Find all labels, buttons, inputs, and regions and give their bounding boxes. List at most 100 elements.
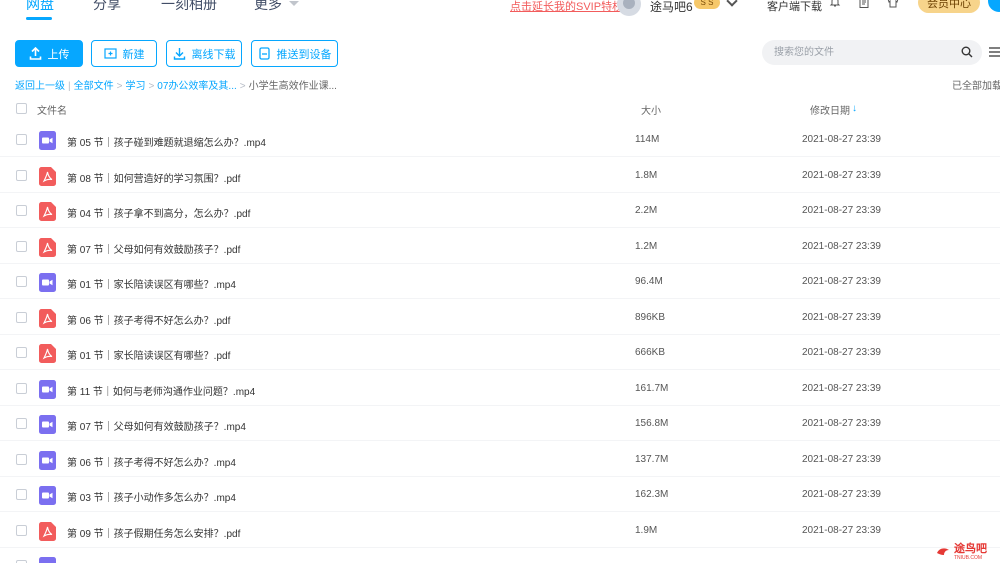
file-date: 2021-08-27 23:39 bbox=[802, 240, 881, 252]
sort-descending-icon[interactable]: ↓ bbox=[852, 103, 857, 114]
table-row[interactable]: 第 04 节｜孩子拿不到高分，怎么办？.pdf 2.2M 2021-08-27 23… bbox=[0, 193, 1000, 228]
pdf-file-icon bbox=[39, 202, 56, 221]
tab-netdisk[interactable]: 网盘 bbox=[26, 0, 54, 14]
download-icon bbox=[173, 48, 185, 60]
file-date: 2021-08-27 23:39 bbox=[802, 311, 881, 323]
video-file-icon bbox=[39, 450, 56, 470]
top-navigation: 网盘 分享 一刻相册 更多 点击延长我的SVIP特权 途马吧6 S S 客户端下… bbox=[0, 0, 1000, 24]
row-checkbox[interactable] bbox=[16, 276, 27, 287]
username[interactable]: 途马吧6 bbox=[650, 0, 693, 15]
row-checkbox[interactable] bbox=[16, 205, 27, 216]
file-size: 2.2M bbox=[635, 205, 658, 216]
table-row[interactable]: 第 05 节｜孩子碰到难题就退缩怎么办？.mp4 114M 2021-08-27 2… bbox=[0, 122, 1000, 157]
new-folder-button[interactable]: 新建 bbox=[91, 40, 157, 67]
file-size: 137.7M bbox=[635, 453, 669, 465]
row-checkbox[interactable] bbox=[16, 489, 27, 500]
file-date: 2021-08-27 23:39 bbox=[802, 276, 881, 287]
file-name[interactable]: 第 01 节｜家长陪读误区有哪些？.pdf bbox=[67, 347, 230, 362]
client-download-link[interactable]: 客户端下载 bbox=[767, 0, 822, 14]
file-size: 114M bbox=[635, 134, 660, 145]
table-row[interactable]: 第 09 节｜孩子假期任务怎么安排？.pdf 1.9M 2021-08-27 23:… bbox=[0, 513, 1000, 548]
breadcrumb-item[interactable]: 学习 bbox=[125, 81, 145, 92]
row-checkbox[interactable] bbox=[16, 418, 27, 429]
column-size[interactable]: 大小 bbox=[641, 102, 661, 117]
pdf-file-icon bbox=[39, 237, 56, 257]
file-date: 2021-08-27 23:39 bbox=[802, 205, 881, 216]
file-date: 2021-08-27 23:39 bbox=[802, 134, 881, 145]
breadcrumb-item[interactable]: 07办公效率及其... bbox=[157, 81, 236, 92]
row-checkbox[interactable] bbox=[16, 169, 27, 181]
breadcrumb-separator: > bbox=[239, 81, 246, 92]
file-name[interactable]: 第 08 节｜如何营造好的学习氛围？.pdf bbox=[67, 170, 240, 185]
back-link[interactable]: 返回上一级 bbox=[15, 81, 65, 92]
video-file-icon bbox=[39, 379, 56, 399]
row-checkbox[interactable] bbox=[16, 453, 27, 465]
search-input[interactable] bbox=[774, 40, 954, 65]
breadcrumb-separator: > bbox=[148, 81, 155, 92]
bell-icon[interactable] bbox=[829, 0, 841, 8]
file-name[interactable]: 第 07 节｜父母如何有效鼓励孩子？.mp4 bbox=[67, 418, 246, 433]
file-name[interactable]: 第 01 节｜家长陪读误区有哪些？.mp4 bbox=[67, 276, 236, 291]
file-size: 156.8M bbox=[635, 418, 669, 429]
push-to-device-button[interactable]: 推送到设备 bbox=[251, 40, 338, 67]
video-file-icon bbox=[39, 557, 56, 563]
search-box bbox=[762, 40, 982, 65]
watermark-sub: TNIUB.COM bbox=[954, 554, 983, 561]
active-tab-indicator bbox=[26, 17, 52, 20]
video-file-icon bbox=[39, 131, 56, 150]
table-row[interactable] bbox=[0, 548, 1000, 563]
table-row[interactable]: 第 01 节｜家长陪读误区有哪些？.mp4 96.4M 2021-08-27 23:… bbox=[0, 264, 1000, 299]
document-icon[interactable] bbox=[858, 0, 870, 8]
file-name[interactable]: 第 06 节｜孩子考得不好怎么办？.pdf bbox=[67, 312, 230, 327]
column-filename[interactable]: 文件名 bbox=[37, 102, 67, 117]
table-row[interactable]: 第 11 节｜如何与老师沟通作业问题？.mp4 161.7M 2021-08-27 … bbox=[0, 371, 1000, 406]
table-row[interactable]: 第 06 节｜孩子考得不好怎么办？.mp4 137.7M 2021-08-27 23… bbox=[0, 442, 1000, 477]
upload-button[interactable]: 上传 bbox=[15, 40, 83, 67]
file-name[interactable]: 第 05 节｜孩子碰到难题就退缩怎么办？.mp4 bbox=[67, 134, 266, 149]
file-name[interactable]: 第 04 节｜孩子拿不到高分，怎么办？.pdf bbox=[67, 205, 250, 220]
select-all-checkbox[interactable] bbox=[16, 103, 27, 114]
loaded-status: 已全部加载 bbox=[952, 81, 1000, 92]
row-checkbox[interactable] bbox=[16, 524, 27, 536]
svip-promo-link[interactable]: 点击延长我的SVIP特权 bbox=[510, 0, 623, 14]
table-row[interactable]: 第 01 节｜家长陪读误区有哪些？.pdf 666KB 2021-08-27 23:… bbox=[0, 335, 1000, 370]
pdf-file-icon bbox=[39, 166, 56, 186]
chevron-down-icon[interactable] bbox=[289, 1, 299, 6]
user-menu-chevron-icon[interactable] bbox=[726, 0, 738, 7]
upload-label: 上传 bbox=[47, 48, 70, 61]
file-date: 2021-08-27 23:39 bbox=[802, 382, 881, 394]
row-checkbox[interactable] bbox=[16, 311, 27, 323]
offline-download-button[interactable]: 离线下载 bbox=[166, 40, 242, 67]
tab-album[interactable]: 一刻相册 bbox=[161, 0, 217, 14]
new-folder-label: 新建 bbox=[122, 48, 145, 61]
breadcrumb-all-files[interactable]: 全部文件 bbox=[74, 81, 114, 92]
list-view-icon[interactable] bbox=[989, 46, 1000, 58]
column-modified-date[interactable]: 修改日期 bbox=[810, 102, 850, 117]
file-name[interactable]: 第 06 节｜孩子考得不好怎么办？.mp4 bbox=[67, 454, 236, 469]
row-checkbox[interactable] bbox=[16, 347, 27, 358]
watermark-text: 途鸟吧 bbox=[954, 542, 987, 555]
file-size: 162.3M bbox=[635, 489, 669, 500]
video-file-icon bbox=[39, 415, 56, 434]
shirt-icon[interactable] bbox=[887, 0, 899, 8]
table-row[interactable]: 第 08 节｜如何营造好的学习氛围？.pdf 1.8M 2021-08-27 23:… bbox=[0, 158, 1000, 193]
file-name[interactable]: 第 09 节｜孩子假期任务怎么安排？.pdf bbox=[67, 525, 240, 540]
file-date: 2021-08-27 23:39 bbox=[802, 347, 881, 358]
file-name[interactable]: 第 07 节｜父母如何有效鼓励孩子？.pdf bbox=[67, 241, 240, 256]
file-name[interactable]: 第 03 节｜孩子小动作多怎么办？.mp4 bbox=[67, 489, 236, 504]
row-checkbox[interactable] bbox=[16, 134, 27, 145]
file-size: 161.7M bbox=[635, 382, 669, 394]
table-row[interactable]: 第 06 节｜孩子考得不好怎么办？.pdf 896KB 2021-08-27 23:… bbox=[0, 300, 1000, 335]
search-icon[interactable] bbox=[961, 46, 973, 58]
tab-share[interactable]: 分享 bbox=[93, 0, 121, 14]
row-checkbox[interactable] bbox=[16, 240, 27, 252]
table-row[interactable]: 第 07 节｜父母如何有效鼓励孩子？.mp4 156.8M 2021-08-27 2… bbox=[0, 406, 1000, 441]
member-center-button[interactable]: 会员中心 bbox=[918, 0, 980, 13]
tab-more[interactable]: 更多 bbox=[254, 0, 282, 14]
vip-badge: S S bbox=[694, 0, 720, 9]
table-row[interactable]: 第 07 节｜父母如何有效鼓励孩子？.pdf 1.2M 2021-08-27 23:… bbox=[0, 229, 1000, 264]
notification-circle[interactable] bbox=[988, 0, 1000, 12]
file-name[interactable]: 第 11 节｜如何与老师沟通作业问题？.mp4 bbox=[67, 383, 255, 398]
table-row[interactable]: 第 03 节｜孩子小动作多怎么办？.mp4 162.3M 2021-08-27 23… bbox=[0, 477, 1000, 512]
row-checkbox[interactable] bbox=[16, 382, 27, 394]
